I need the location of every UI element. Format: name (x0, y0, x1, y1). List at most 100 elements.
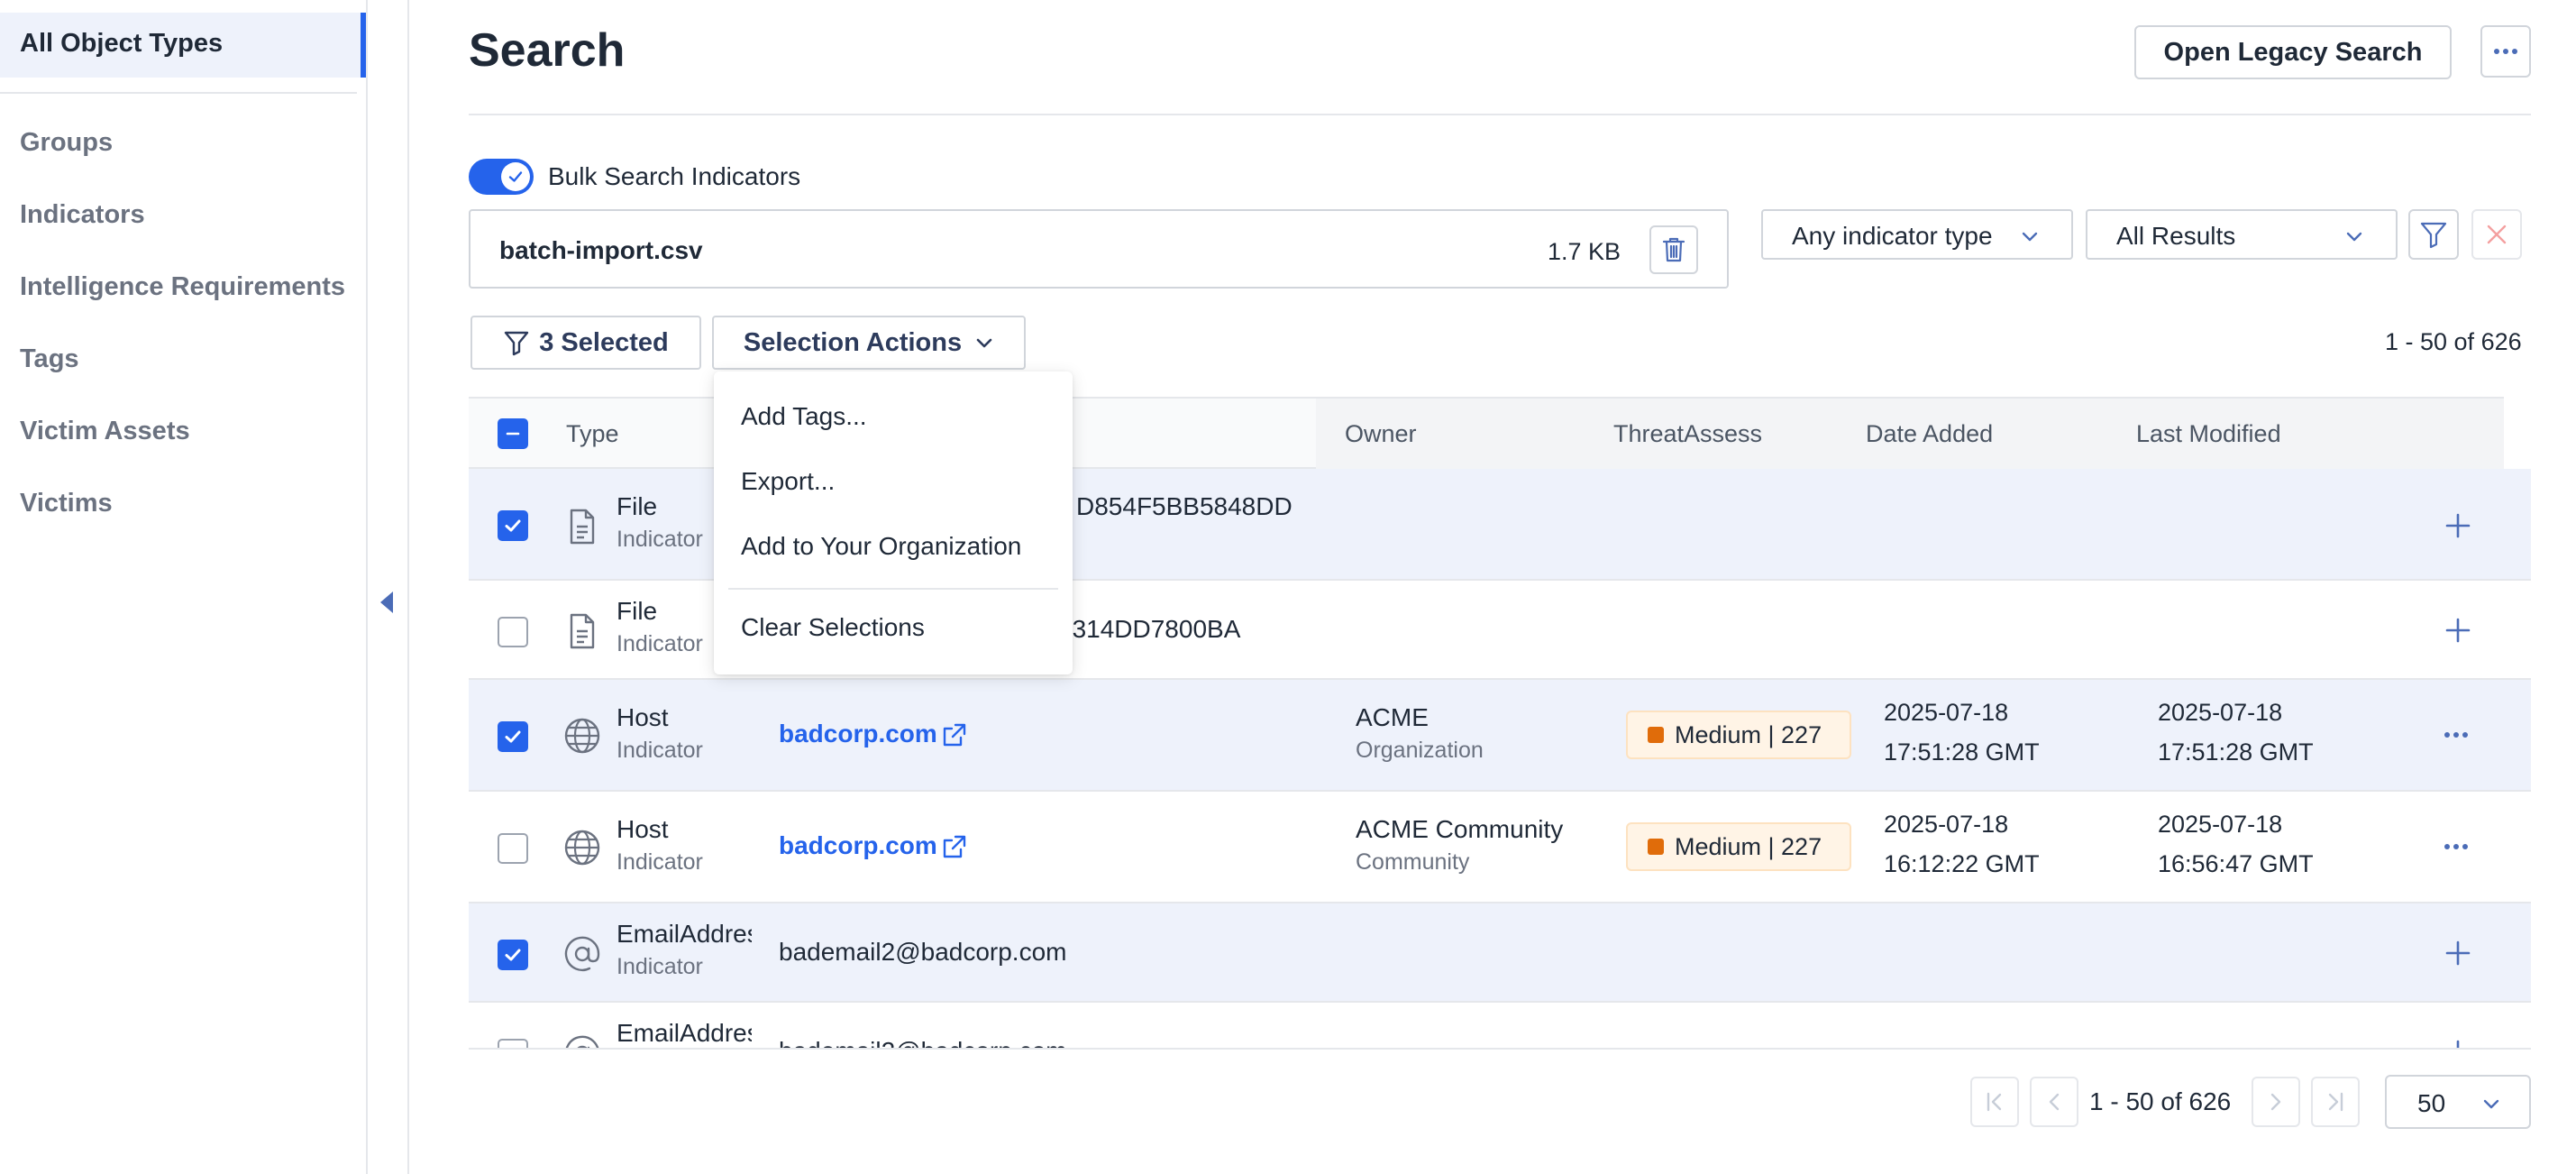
first-page-icon (1987, 1092, 2002, 1112)
column-last-modified[interactable]: Last Modified (2136, 420, 2281, 448)
row-actions-ellipsis-icon[interactable] (2444, 732, 2468, 738)
row-summary-link[interactable]: badcorp.com (779, 831, 937, 860)
row-checkbox[interactable] (498, 833, 528, 864)
plus-icon[interactable] (2444, 617, 2471, 644)
results-value: All Results (2116, 222, 2236, 250)
sidebar-item-tags[interactable]: Tags (20, 344, 79, 374)
result-range: 1 - 50 of 626 (2385, 328, 2522, 355)
table-row[interactable]: EmailAddress bademail2@badcorp.com (469, 1003, 2531, 1050)
table-row[interactable]: Host Indicator badcorp.com ACME Organiza… (469, 680, 2531, 792)
last-page-icon (2328, 1092, 2343, 1112)
next-page-button[interactable] (2252, 1077, 2300, 1127)
row-checkbox[interactable] (498, 617, 528, 647)
select-all-checkbox[interactable] (498, 418, 528, 449)
bulk-search-label: Bulk Search Indicators (548, 162, 801, 190)
filter-icon (505, 331, 529, 356)
results-select[interactable]: All Results (2086, 209, 2398, 260)
selection-actions-label: Selection Actions (743, 327, 963, 357)
last-modified-time: 16:56:47 GMT (2158, 850, 2314, 877)
row-type-sub: Indicator (617, 631, 703, 656)
previous-page-button[interactable] (2030, 1077, 2078, 1127)
date-added: 2025-07-18 17:51:28 GMT (1884, 692, 2040, 772)
bulk-search-toggle[interactable] (469, 159, 534, 195)
last-modified: 2025-07-18 17:51:28 GMT (2158, 692, 2314, 772)
sidebar-item-victims[interactable]: Victims (20, 489, 113, 518)
at-icon (564, 936, 600, 972)
row-summary: bademail2@badcorp.com (779, 938, 1067, 966)
pager-range: 1 - 50 of 626 (2089, 1087, 2232, 1115)
check-icon (501, 162, 530, 191)
filter-icon (2420, 222, 2447, 249)
chevron-right-icon (2270, 1093, 2281, 1111)
indicator-type-select[interactable]: Any indicator type (1761, 209, 2073, 260)
last-modified-day: 2025-07-18 (2158, 811, 2283, 838)
selection-actions-button[interactable]: Selection Actions (712, 316, 1026, 370)
sidebar-item-victim-assets[interactable]: Victim Assets (20, 417, 190, 446)
selection-actions-menu: Add Tags... Export... Add to Your Organi… (714, 371, 1073, 674)
sidebar-collapse-handle[interactable] (368, 0, 409, 1174)
last-modified-time: 17:51:28 GMT (2158, 738, 2314, 766)
column-owner[interactable]: Owner (1345, 420, 1417, 448)
menu-item-add-tags[interactable]: Add Tags... (741, 402, 867, 431)
column-threatassess[interactable]: ThreatAssess (1613, 420, 1762, 448)
row-owner-type: Organization (1356, 738, 1484, 763)
bulk-file-field: batch-import.csv 1.7 KB (469, 209, 1729, 289)
globe-icon (564, 830, 600, 866)
chevron-down-icon (2346, 232, 2362, 242)
last-page-button[interactable] (2311, 1077, 2360, 1127)
date-added-time: 17:51:28 GMT (1884, 738, 2040, 766)
row-type: EmailAddress (617, 920, 752, 948)
row-summary-link[interactable]: badcorp.com (779, 720, 937, 748)
menu-item-add-to-organization[interactable]: Add to Your Organization (741, 532, 1021, 561)
row-type-sub: Indicator (617, 738, 703, 763)
menu-item-export[interactable]: Export... (741, 467, 835, 496)
more-options-button[interactable] (2480, 25, 2531, 78)
sidebar-item-label: All Object Types (20, 29, 224, 58)
chevron-down-icon (2483, 1099, 2499, 1109)
row-type-sub: Indicator (617, 527, 703, 552)
page-size-value: 50 (2417, 1089, 2446, 1117)
row-checkbox[interactable] (498, 510, 528, 541)
selected-filter-button[interactable]: 3 Selected (470, 316, 701, 370)
column-type[interactable]: Type (566, 420, 619, 448)
file-name: batch-import.csv (499, 236, 703, 264)
ellipsis-icon (2494, 49, 2517, 54)
column-date-added[interactable]: Date Added (1866, 420, 1993, 448)
file-size: 1.7 KB (1547, 238, 1621, 265)
external-link-icon[interactable] (941, 721, 968, 748)
row-checkbox[interactable] (498, 721, 528, 752)
severity-square-icon (1648, 727, 1664, 743)
date-added-day: 2025-07-18 (1884, 699, 2009, 726)
row-type: Host (617, 815, 669, 843)
selected-count: 3 Selected (539, 327, 669, 357)
sidebar-item-indicators[interactable]: Indicators (20, 200, 145, 230)
row-type: Host (617, 703, 669, 731)
page-size-select[interactable]: 50 (2385, 1075, 2531, 1129)
chevron-left-icon (2049, 1093, 2060, 1111)
threat-value: Medium | 227 (1675, 832, 1822, 860)
plus-icon[interactable] (2444, 940, 2471, 967)
clear-filters-button[interactable] (2471, 209, 2522, 260)
row-actions-ellipsis-icon[interactable] (2444, 844, 2468, 849)
table-row[interactable]: Host Indicator badcorp.com ACME Communit… (469, 792, 2531, 903)
sidebar-item-intelligence-requirements[interactable]: Intelligence Requirements (20, 272, 345, 302)
trash-icon (1662, 237, 1685, 262)
sidebar-item-all-object-types[interactable]: All Object Types (0, 13, 366, 78)
sidebar-item-groups[interactable]: Groups (20, 128, 113, 158)
remove-file-button[interactable] (1649, 225, 1698, 274)
filter-button[interactable] (2408, 209, 2459, 260)
first-page-button[interactable] (1970, 1077, 2019, 1127)
sidebar-divider (0, 92, 357, 94)
row-checkbox[interactable] (498, 940, 528, 970)
open-legacy-search-button[interactable]: Open Legacy Search (2134, 25, 2452, 79)
plus-icon[interactable] (2444, 512, 2471, 539)
menu-item-clear-selections[interactable]: Clear Selections (741, 613, 925, 642)
date-added-time: 16:12:22 GMT (1884, 850, 2040, 877)
row-owner: ACME Community (1356, 815, 1564, 843)
external-link-icon[interactable] (941, 833, 968, 860)
sidebar: All Object Types Groups Indicators Intel… (0, 0, 368, 1174)
row-owner: ACME (1356, 703, 1429, 731)
table-row[interactable]: EmailAddress Indicator bademail2@badcorp… (469, 903, 2531, 1003)
close-icon (2487, 225, 2507, 244)
last-modified-day: 2025-07-18 (2158, 699, 2283, 726)
